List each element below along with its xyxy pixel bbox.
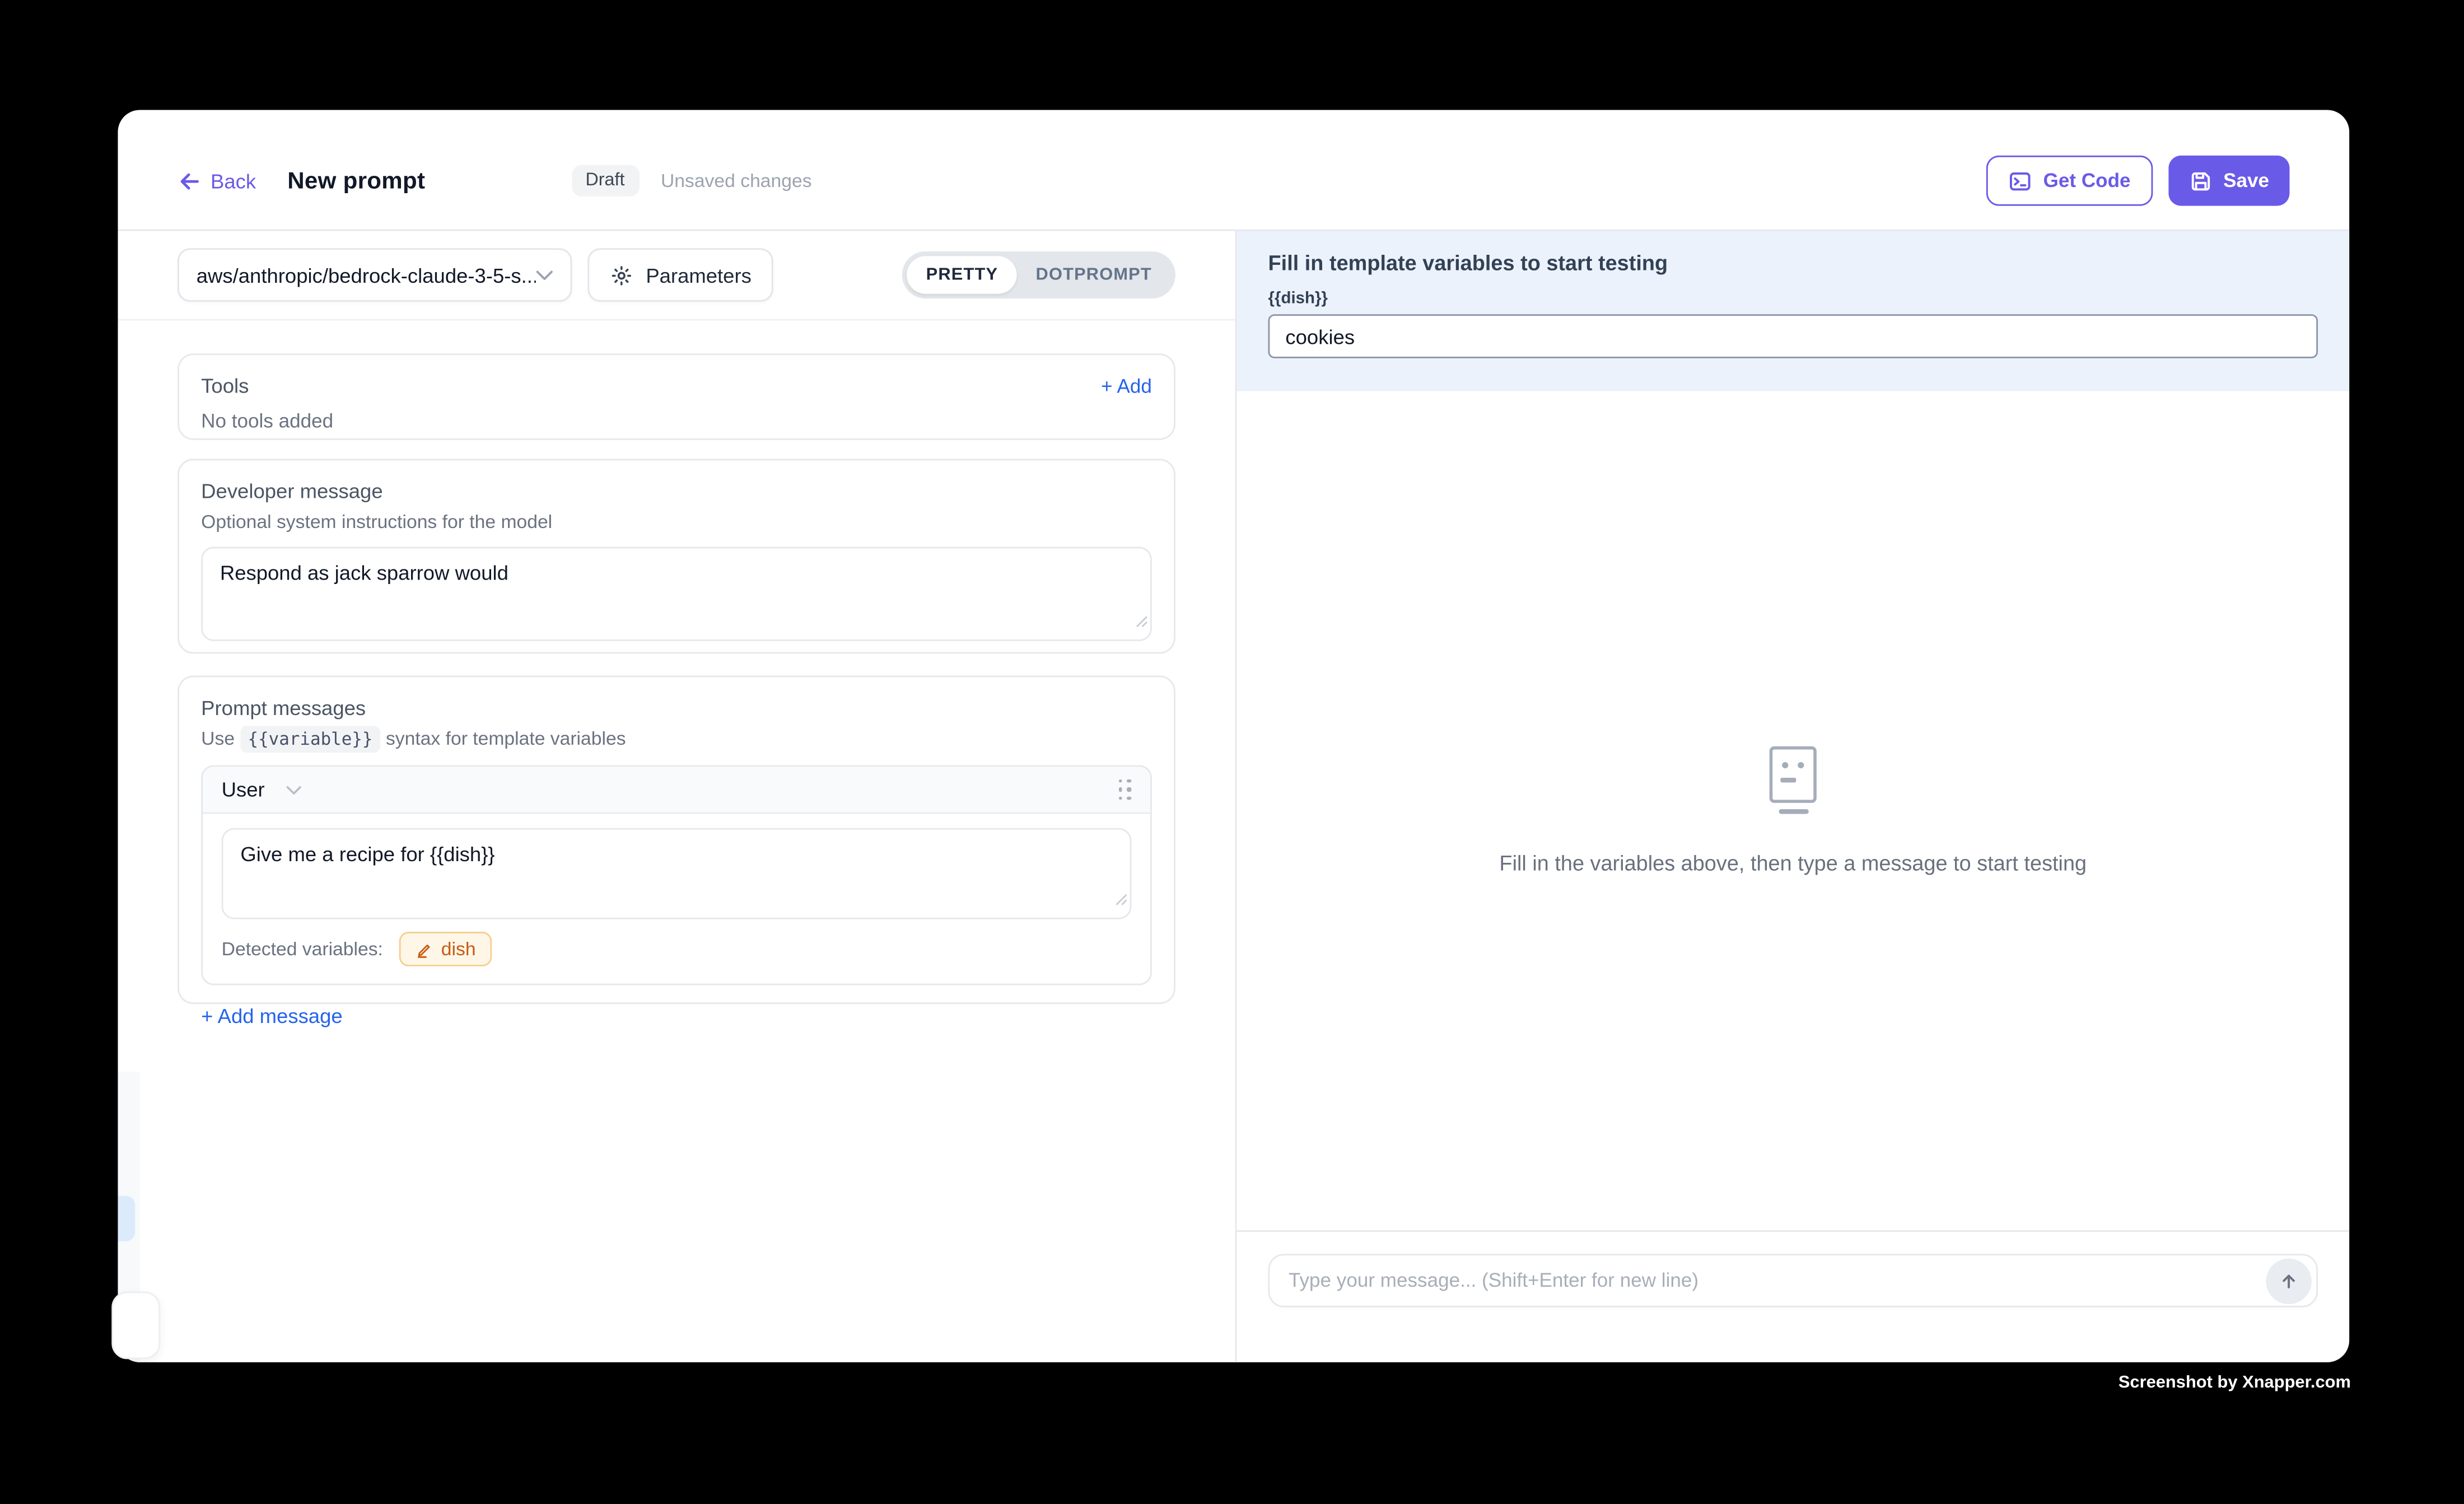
add-message-button[interactable]: + Add message	[201, 1004, 1152, 1027]
variable-chip-label: dish	[441, 938, 476, 960]
variable-chip-dish[interactable]: dish	[399, 932, 492, 966]
back-label: Back	[211, 169, 256, 193]
cutoff-popup	[111, 1292, 160, 1360]
main-panels: aws/anthropic/bedrock-claude-3-5-s... Pa…	[118, 231, 2349, 1362]
message-body: Give me a recipe for {{dish}}	[203, 814, 1150, 919]
subtitle-prefix: Use	[201, 727, 235, 749]
header: Back New prompt Draft Unsaved changes Ge…	[118, 110, 2349, 231]
subtitle-suffix: syntax for template variables	[386, 727, 626, 749]
watermark-text: Screenshot by Xnapper.com	[2118, 1374, 2351, 1393]
back-button[interactable]: Back	[178, 169, 256, 193]
message-role-select[interactable]: User	[222, 778, 265, 801]
app-window: Back New prompt Draft Unsaved changes Ge…	[118, 110, 2349, 1362]
template-variables-box: Fill in template variables to start test…	[1236, 231, 2349, 391]
get-code-button[interactable]: Get Code	[1987, 156, 2153, 206]
tools-card: Tools + Add No tools added	[178, 353, 1175, 440]
chat-empty-state: Fill in the variables above, then type a…	[1236, 391, 2349, 1230]
save-icon	[2188, 169, 2212, 193]
prompt-messages-card: Prompt messages Use {{variable}} syntax …	[178, 676, 1175, 1004]
up-arrow-icon	[2279, 1271, 2299, 1291]
composer-box	[1268, 1254, 2318, 1307]
resize-handle-icon[interactable]	[1133, 606, 1147, 635]
model-selector-value: aws/anthropic/bedrock-claude-3-5-s...	[197, 263, 536, 287]
draft-badge: Draft	[571, 165, 638, 197]
editor-toolbar: aws/anthropic/bedrock-claude-3-5-s... Pa…	[118, 231, 1235, 320]
message-input[interactable]	[1289, 1269, 2266, 1291]
detected-variables-label: Detected variables:	[222, 938, 383, 960]
sidebar-remnant-active-item[interactable]	[118, 1195, 135, 1241]
tools-empty-text: No tools added	[201, 410, 1152, 432]
header-actions: Get Code Save	[1987, 156, 2290, 206]
developer-message-title: Developer message	[201, 479, 1152, 503]
chevron-down-icon	[287, 785, 302, 795]
pencil-icon	[414, 940, 432, 957]
add-tool-button[interactable]: + Add	[1101, 375, 1152, 396]
template-variables-title: Fill in template variables to start test…	[1268, 251, 2318, 275]
toggle-option-dotprompt[interactable]: DOTPROMPT	[1017, 256, 1171, 293]
developer-message-subtitle: Optional system instructions for the mod…	[201, 511, 1152, 533]
screenshot-stage: Back New prompt Draft Unsaved changes Ge…	[0, 0, 2464, 1503]
variable-value-input[interactable]	[1268, 314, 2318, 358]
page-title: New prompt	[287, 167, 425, 194]
back-arrow-icon	[178, 169, 201, 193]
prompt-messages-title: Prompt messages	[201, 696, 1152, 720]
parameters-label: Parameters	[646, 263, 752, 287]
prompt-messages-subtitle: Use {{variable}} syntax for template var…	[201, 727, 1152, 749]
send-button[interactable]	[2266, 1258, 2311, 1303]
robot-face-icon	[1766, 746, 1819, 814]
test-panel: Fill in template variables to start test…	[1236, 231, 2349, 1362]
developer-message-textarea[interactable]: Respond as jack sparrow would	[201, 547, 1152, 641]
terminal-icon	[2009, 169, 2032, 193]
detected-variables-row: Detected variables: dish	[203, 919, 1150, 984]
drag-handle-icon[interactable]	[1118, 778, 1132, 800]
format-toggle: PRETTY DOTPROMPT	[903, 251, 1175, 298]
message-block: User Give me a recipe for {{dish}}	[201, 765, 1152, 985]
variable-syntax-code: {{variable}}	[240, 726, 380, 753]
editor-content: Tools + Add No tools added Developer mes…	[118, 320, 1235, 1362]
gear-icon	[610, 263, 633, 287]
chevron-down-icon	[536, 269, 553, 281]
prompt-editor-panel: aws/anthropic/bedrock-claude-3-5-s... Pa…	[118, 231, 1236, 1362]
save-label: Save	[2223, 170, 2269, 191]
save-button[interactable]: Save	[2168, 156, 2290, 206]
message-header: User	[203, 767, 1150, 814]
empty-state-text: Fill in the variables above, then type a…	[1499, 852, 2087, 876]
tools-card-title: Tools	[201, 374, 249, 398]
developer-message-card: Developer message Optional system instru…	[178, 459, 1175, 653]
variable-name-label: {{dish}}	[1268, 289, 2318, 308]
model-selector[interactable]: aws/anthropic/bedrock-claude-3-5-s...	[178, 248, 572, 301]
resize-handle-icon[interactable]	[1113, 885, 1127, 913]
parameters-button[interactable]: Parameters	[587, 248, 773, 301]
get-code-label: Get Code	[2043, 170, 2131, 191]
message-textarea[interactable]: Give me a recipe for {{dish}}	[222, 828, 1132, 919]
unsaved-changes-label: Unsaved changes	[661, 170, 812, 191]
toggle-option-pretty[interactable]: PRETTY	[907, 256, 1017, 293]
composer-area	[1236, 1230, 2349, 1362]
